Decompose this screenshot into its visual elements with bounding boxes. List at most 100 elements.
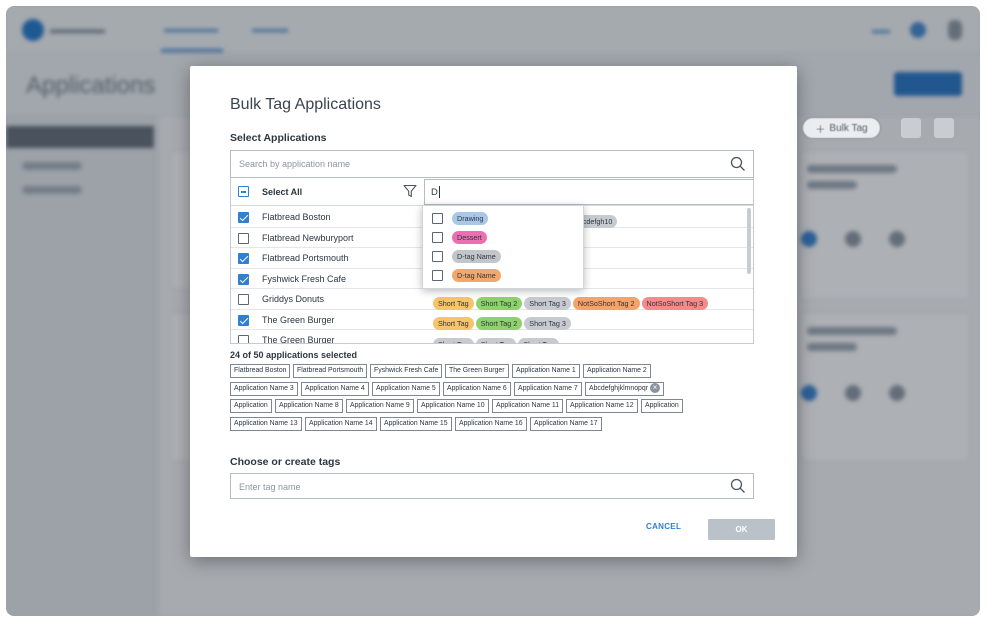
select-all-label: Select All bbox=[262, 187, 303, 197]
selected-count: 24 of 50 applications selected bbox=[230, 350, 358, 360]
dropdown-tag-pill: Dessert bbox=[452, 231, 487, 244]
bulk-tag-label: Bulk Tag bbox=[829, 122, 868, 134]
selected-application-chip[interactable]: Application Name 11 bbox=[492, 399, 564, 413]
application-checkbox[interactable] bbox=[238, 212, 249, 223]
chip-label: The Green Burger bbox=[449, 367, 505, 374]
application-search-input[interactable]: Search by application name bbox=[230, 150, 754, 178]
selected-application-chip[interactable]: Application Name 10 bbox=[417, 399, 489, 413]
application-checkbox[interactable] bbox=[238, 273, 249, 285]
selected-application-chip[interactable]: Application bbox=[641, 399, 683, 413]
selected-application-chip[interactable]: The Green Burger bbox=[445, 364, 509, 378]
tag-pill: Short Tag bbox=[475, 337, 517, 343]
application-name: Flatbread Newburyport bbox=[262, 232, 354, 243]
application-tags: Short Tag Short Tag 2 Short Tag 3 bbox=[433, 313, 573, 331]
selected-application-chip[interactable]: Application Name 9 bbox=[346, 399, 414, 413]
tag-pill: Short Tag 2 bbox=[475, 317, 523, 330]
application-row[interactable]: Griddys Donuts Short Tag Short Tag 2 Short … bbox=[231, 289, 753, 310]
tag-pill: NotSoShort Tag 2 bbox=[572, 296, 640, 310]
selected-application-chip[interactable]: Application Name 6 bbox=[443, 381, 511, 396]
selected-application-chip[interactable]: Application Name 4 bbox=[301, 381, 369, 396]
application-tags: Short Tag Short Tag 2 Short Tag 3 NotSoShor… bbox=[433, 293, 710, 311]
chip-label: Application bbox=[234, 402, 268, 409]
selected-application-chip[interactable]: Application Name 1 bbox=[512, 364, 580, 378]
application-checkbox[interactable] bbox=[238, 294, 249, 305]
tag-pill: Short Tag bbox=[518, 337, 559, 343]
dropdown-option[interactable]: D-tag Name bbox=[432, 248, 577, 266]
tag-input-placeholder: Enter tag name bbox=[239, 482, 301, 492]
chip-label: Application bbox=[645, 402, 679, 409]
chip-label: Application Name 14 bbox=[309, 419, 373, 427]
close-icon[interactable]: × bbox=[650, 382, 660, 393]
ok-button[interactable]: OK bbox=[708, 519, 775, 540]
selected-application-chip[interactable]: Application Name 16 bbox=[455, 416, 527, 431]
chip-label: Abcdefghjklmnopqr bbox=[589, 384, 648, 392]
application-checkbox[interactable] bbox=[238, 314, 249, 326]
chip-label: Application Name 9 bbox=[350, 402, 410, 409]
dropdown-tag-pill: D-tag Name bbox=[452, 250, 501, 263]
select-applications-label: Select Applications bbox=[230, 132, 327, 144]
bulk-tag-modal: Bulk Tag Applications Select Application… bbox=[190, 66, 797, 557]
selected-application-chip[interactable]: Application Name 8 bbox=[275, 399, 343, 413]
choose-tags-label: Choose or create tags bbox=[230, 456, 341, 468]
chip-label: Application Name 13 bbox=[234, 419, 298, 427]
application-name: Flatbread Boston bbox=[262, 212, 331, 222]
chip-label: Application Name 11 bbox=[496, 402, 560, 409]
application-name: The Green Burger bbox=[262, 314, 335, 325]
tag-filter-value: D bbox=[431, 187, 438, 198]
selected-application-chip[interactable]: Application Name 2 bbox=[583, 364, 651, 378]
selected-application-chip[interactable]: Application Name 14 bbox=[305, 416, 377, 431]
application-checkbox[interactable] bbox=[238, 232, 249, 244]
dropdown-option[interactable]: D-tag Name bbox=[432, 267, 577, 285]
selected-application-chip[interactable]: Application Name 15 bbox=[380, 416, 452, 431]
application-checkbox[interactable] bbox=[238, 253, 249, 264]
chip-label: Application Name 1 bbox=[516, 367, 576, 374]
tag-pill: Short Tag 3 bbox=[524, 317, 571, 330]
tag-pill: Short Tag bbox=[433, 317, 474, 330]
selected-application-chip[interactable]: Application Name 12 bbox=[566, 399, 638, 413]
application-tags: Short Tag Short Tag Short Tag bbox=[433, 334, 561, 343]
bulk-tag-button[interactable]: ＋ Bulk Tag bbox=[802, 117, 881, 139]
chip-label: Application Name 2 bbox=[587, 367, 647, 374]
chip-label: Application Name 16 bbox=[459, 419, 523, 427]
selected-application-chip[interactable]: Application Name 17 bbox=[530, 416, 602, 431]
tag-filter-dropdown: Drawing Dessert D-tag Name D-tag Name bbox=[422, 205, 584, 289]
selected-application-chip[interactable]: Fyshwick Fresh Cafe bbox=[370, 364, 443, 378]
selected-application-chip[interactable]: Abcdefghjklmnopqr × bbox=[585, 381, 664, 396]
selected-application-chip[interactable]: Flatbread Boston bbox=[230, 364, 291, 378]
chip-label: Fyshwick Fresh Cafe bbox=[374, 367, 439, 374]
application-row[interactable]: The Green Burger Short Tag Short Tag 2 Shor… bbox=[231, 310, 753, 331]
search-icon[interactable] bbox=[730, 156, 746, 172]
selected-application-chip[interactable]: Application Name 3 bbox=[230, 381, 298, 396]
dropdown-tag-pill: Drawing bbox=[452, 212, 489, 225]
search-icon[interactable] bbox=[730, 478, 746, 494]
selected-application-chip[interactable]: Application bbox=[230, 399, 272, 413]
grid-view-icon[interactable] bbox=[901, 118, 921, 138]
application-row[interactable]: The Green Burger Short Tag Short Tag Short … bbox=[231, 330, 753, 344]
dropdown-option[interactable]: Dessert bbox=[432, 229, 577, 247]
dropdown-option-checkbox[interactable] bbox=[432, 213, 443, 224]
filter-view-icon[interactable] bbox=[934, 118, 954, 138]
text-caret bbox=[439, 186, 440, 198]
select-all-checkbox[interactable] bbox=[238, 186, 249, 197]
selected-application-chip[interactable]: Application Name 13 bbox=[230, 416, 302, 431]
chip-label: Application Name 17 bbox=[534, 419, 598, 427]
application-name: The Green Burger bbox=[262, 335, 335, 344]
dropdown-option-checkbox[interactable] bbox=[432, 270, 443, 281]
tag-filter-input[interactable]: D bbox=[424, 179, 753, 205]
chip-label: Flatbread Boston bbox=[234, 367, 287, 374]
application-name: Fyshwick Fresh Cafe bbox=[262, 273, 347, 284]
dropdown-option-checkbox[interactable] bbox=[432, 251, 443, 262]
selected-application-chip[interactable]: Application Name 5 bbox=[372, 381, 440, 396]
funnel-icon[interactable] bbox=[403, 184, 417, 198]
cancel-button[interactable]: CANCEL bbox=[646, 522, 681, 531]
selected-application-chip[interactable]: Application Name 7 bbox=[514, 381, 582, 396]
tag-pill: Short Tag 2 bbox=[475, 296, 523, 310]
dropdown-tag-pill: D-tag Name bbox=[452, 269, 501, 282]
application-checkbox[interactable] bbox=[238, 335, 249, 343]
tag-name-input[interactable]: Enter tag name bbox=[230, 473, 754, 499]
dropdown-option-checkbox[interactable] bbox=[432, 232, 443, 243]
selected-application-chip[interactable]: Flatbread Portsmouth bbox=[293, 364, 368, 378]
dropdown-option[interactable]: Drawing bbox=[432, 210, 577, 228]
list-scrollbar[interactable] bbox=[747, 208, 751, 274]
list-header: Select All D bbox=[231, 178, 753, 206]
